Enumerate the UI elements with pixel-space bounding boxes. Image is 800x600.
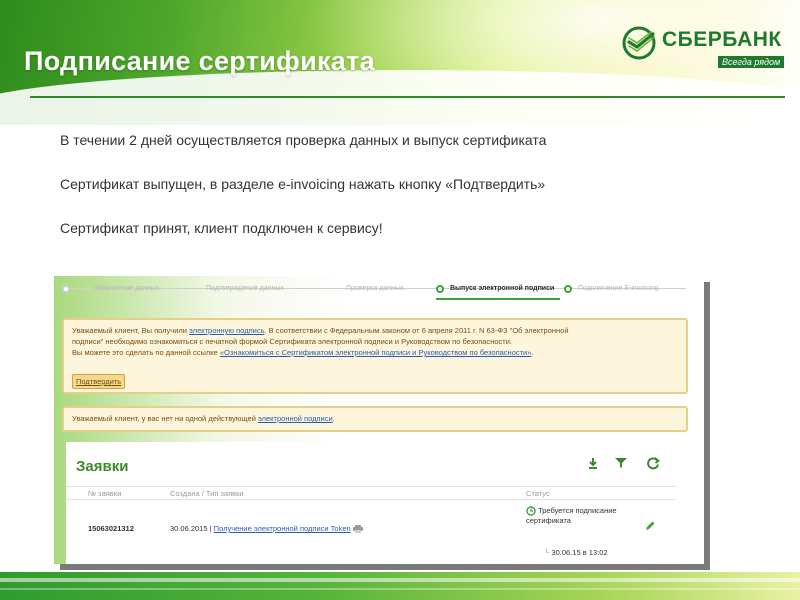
progress-active-bar [436, 298, 560, 300]
notice-line-3: Вы можете это сделать по данной ссылке «… [72, 348, 534, 357]
footer-stripe [0, 578, 800, 582]
table-row[interactable]: 15063021312 30.06.2015 | Получение элект… [66, 504, 676, 562]
notice-line-1: Уважаемый клиент, Вы получили электронну… [72, 326, 569, 335]
printer-icon[interactable] [352, 525, 363, 534]
certificate-guide-link[interactable]: «Ознакомиться с Сертификатом электронной… [220, 348, 532, 357]
progress-step-3: Проверка данных [346, 285, 404, 292]
sberbank-logo: СБЕРБАНК Всегда рядом [622, 24, 787, 72]
order-number: 15063021312 [88, 524, 134, 533]
tree-branch-icon: └ [544, 548, 550, 557]
sberbank-logo-icon [622, 26, 656, 60]
refresh-icon[interactable] [646, 456, 660, 470]
column-number: № заявки [88, 489, 122, 498]
order-status: Требуется подписание сертификата [526, 506, 617, 526]
slide-title: Подписание сертификата [24, 46, 375, 76]
progress-dot-icon [564, 285, 572, 293]
electronic-signature-link-2[interactable]: электронной подписи [258, 414, 333, 423]
step-1: В течении 2 дней осуществляется проверка… [60, 132, 547, 148]
no-signature-notice: Уважаемый клиент, у вас нет ни одной дей… [62, 406, 688, 432]
order-type-link[interactable]: Получение электронной подписи Token [214, 524, 351, 533]
slide-footer [0, 572, 800, 600]
electronic-signature-link[interactable]: электронную подпись [189, 326, 264, 335]
progress-step-1: Заполнение данных [62, 282, 159, 296]
progress-steps: Заполнение данных Подтверждение данных П… [62, 282, 692, 300]
logo-slogan: Всегда рядом [718, 56, 785, 68]
orders-table-header: № заявки Создана / Тип заявки Статус [66, 486, 676, 500]
step-2: Сертификат выпущен, в разделе e-invoicin… [60, 176, 546, 192]
step-3: Сертификат принят, клиент подключен к се… [60, 220, 383, 236]
steps-list: В течении 2 дней осуществляется проверка… [60, 130, 760, 262]
order-status-date: └ 30.06.15 в 13:02 [544, 548, 608, 557]
e-invoicing-screenshot: Заполнение данных Подтверждение данных П… [54, 276, 704, 564]
progress-dot-icon [62, 285, 70, 293]
notice-line-2: подписи" необходимо ознакомиться с печат… [72, 337, 512, 346]
progress-step-2: Подтверждение данных [206, 285, 285, 292]
footer-stripe-2 [0, 588, 800, 590]
order-created: 30.06.2015 | Получение электронной подпи… [170, 524, 363, 534]
progress-dot-icon [436, 285, 444, 293]
column-status: Статус [526, 489, 550, 498]
orders-toolbar [586, 456, 666, 476]
certificate-notice: Уважаемый клиент, Вы получили электронну… [62, 318, 688, 394]
progress-step-5: Подключение E-invoicing [564, 282, 659, 296]
clock-icon [526, 506, 536, 516]
orders-panel: Заявки № заявки Создана / Тип заявки Ста… [66, 442, 686, 564]
filter-icon[interactable] [614, 456, 628, 470]
orders-title: Заявки [76, 458, 129, 475]
progress-step-4: Выпуск электронной подписи [436, 282, 554, 296]
edit-icon[interactable] [644, 520, 656, 532]
download-icon[interactable] [586, 456, 600, 470]
title-divider [30, 96, 785, 98]
confirm-button[interactable]: Подтвердить [72, 374, 126, 389]
column-created: Создана / Тип заявки [170, 489, 244, 498]
logo-name: СБЕРБАНК [662, 28, 782, 51]
screenshot-content: Заполнение данных Подтверждение данных П… [62, 276, 696, 564]
